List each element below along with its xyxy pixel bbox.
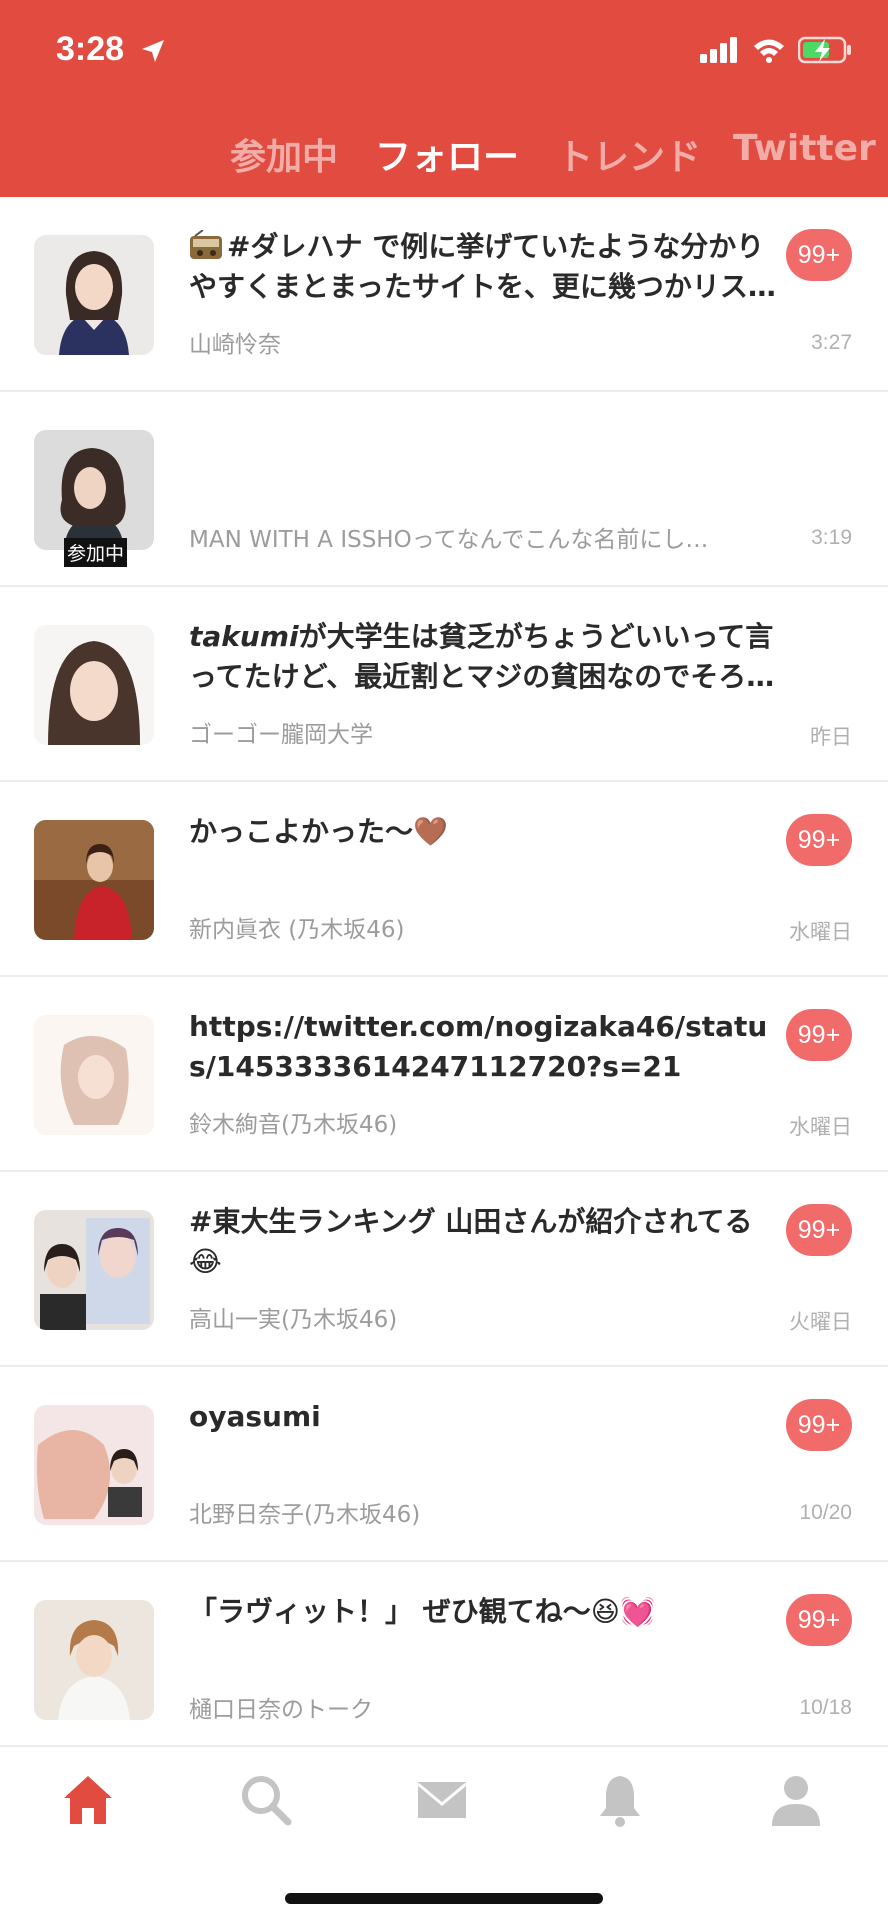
talk-row[interactable]: かっこよかった〜🤎 新内眞衣 (乃木坂46) 水曜日 99+ — [0, 782, 888, 977]
avatar — [34, 1015, 154, 1135]
joined-label: 参加中 — [64, 538, 128, 567]
avatar — [34, 1600, 154, 1720]
message-italic-text: takumi — [189, 620, 299, 653]
talk-name: 高山一実(乃木坂46) — [189, 1307, 398, 1333]
status-indicators — [700, 36, 852, 64]
message-preview: #東大生ランキング 山田さんが紹介されてる😂 — [189, 1205, 753, 1278]
avatar — [34, 625, 154, 745]
talk-name: 鈴木絢音(乃木坂46) — [189, 1112, 398, 1138]
avatar — [34, 235, 154, 355]
avatar — [34, 430, 154, 550]
talk-time: 3:19 — [811, 526, 852, 549]
message-text: #ダレハナ で例に挙げていたような分かりやすくまとまったサイトを、更に幾つかリス… — [189, 230, 776, 303]
wifi-icon — [754, 39, 784, 63]
message-preview: takumiが大学生は貧乏がちょうどいいって言ってたけど、最近割とマジの貧困なの… — [189, 617, 779, 697]
message-preview: 「ラヴィット！」 ぜひ観てね〜😆💓 — [189, 1595, 655, 1628]
talk-name: MAN WITH A ISSHOってなんでこんな名前にし… — [189, 527, 709, 553]
home-indicator — [285, 1893, 603, 1904]
tab-profile[interactable] — [768, 1772, 828, 1832]
talk-name: 山崎怜奈 — [189, 332, 281, 358]
unread-badge: 99+ — [786, 814, 852, 866]
tab-search[interactable] — [238, 1772, 298, 1832]
talk-time: 昨日 — [810, 726, 852, 749]
message-preview: https://twitter.com/nogizaka46/status/14… — [189, 1010, 768, 1083]
talk-time: 10/20 — [799, 1501, 852, 1524]
tab-home[interactable] — [60, 1772, 120, 1832]
search-icon — [242, 1776, 292, 1826]
message-preview: oyasumi — [189, 1400, 321, 1433]
status-time: 3:28 — [56, 30, 125, 68]
profile-icon — [772, 1776, 820, 1826]
unread-badge: 99+ — [786, 1204, 852, 1256]
tab-messages[interactable] — [414, 1772, 474, 1832]
avatar — [34, 820, 154, 940]
app-header: 3:28 参加中 フォロー トレンド Twitter — [0, 0, 888, 197]
unread-badge: 99+ — [786, 229, 852, 281]
top-tabs: 参加中 フォロー トレンド Twitter — [0, 128, 888, 178]
talk-list: #ダレハナ で例に挙げていたような分かりやすくまとまったサイトを、更に幾つかリス… — [0, 197, 888, 1757]
avatar — [34, 1405, 154, 1525]
talk-row[interactable]: takumiが大学生は貧乏がちょうどいいって言ってたけど、最近割とマジの貧困なの… — [0, 587, 888, 782]
tab-follow[interactable]: フォロー — [375, 128, 519, 180]
talk-time: 10/18 — [799, 1696, 852, 1719]
location-arrow-icon — [142, 40, 164, 62]
talk-row[interactable]: https://twitter.com/nogizaka46/status/14… — [0, 977, 888, 1172]
home-icon — [64, 1776, 112, 1824]
cellular-signal-icon — [700, 37, 737, 63]
talk-row[interactable]: #東大生ランキング 山田さんが紹介されてる😂 高山一実(乃木坂46) 火曜日 9… — [0, 1172, 888, 1367]
talk-row[interactable]: #ダレハナ で例に挙げていたような分かりやすくまとまったサイトを、更に幾つかリス… — [0, 197, 888, 392]
unread-badge: 99+ — [786, 1009, 852, 1061]
talk-name: 北野日奈子(乃木坂46) — [189, 1502, 421, 1528]
unread-badge: 99+ — [786, 1399, 852, 1451]
talk-name: 樋口日奈のトーク — [189, 1697, 373, 1723]
unread-badge: 99+ — [786, 1594, 852, 1646]
talk-name: 新内眞衣 (乃木坂46) — [189, 917, 405, 943]
radio-emoji-icon — [190, 229, 222, 259]
tab-participating[interactable]: 参加中 — [230, 128, 338, 180]
talk-row[interactable]: 参加中 MAN WITH A ISSHOってなんでこんな名前にし… 3:19 — [0, 392, 888, 587]
talk-row[interactable]: oyasumi 北野日奈子(乃木坂46) 10/20 99+ — [0, 1367, 888, 1562]
talk-time: 水曜日 — [789, 1116, 852, 1139]
bell-icon — [600, 1776, 640, 1827]
tab-trend[interactable]: トレンド — [557, 128, 701, 180]
tab-twitter[interactable]: Twitter — [733, 128, 876, 169]
message-preview: #ダレハナ で例に挙げていたような分かりやすくまとまったサイトを、更に幾つかリス… — [189, 227, 779, 307]
talk-time: 3:27 — [811, 331, 852, 354]
message-preview: かっこよかった〜🤎 — [189, 815, 448, 848]
tab-notifications[interactable] — [592, 1772, 652, 1832]
talk-row[interactable]: 「ラヴィット！」 ぜひ観てね〜😆💓 樋口日奈のトーク 10/18 99+ — [0, 1562, 888, 1757]
talk-time: 火曜日 — [789, 1311, 852, 1334]
talk-time: 水曜日 — [789, 921, 852, 944]
avatar — [34, 1210, 154, 1330]
battery-charging-icon — [798, 36, 851, 64]
mail-icon — [417, 1782, 467, 1818]
talk-name: ゴーゴー朧岡大学 — [189, 722, 373, 748]
